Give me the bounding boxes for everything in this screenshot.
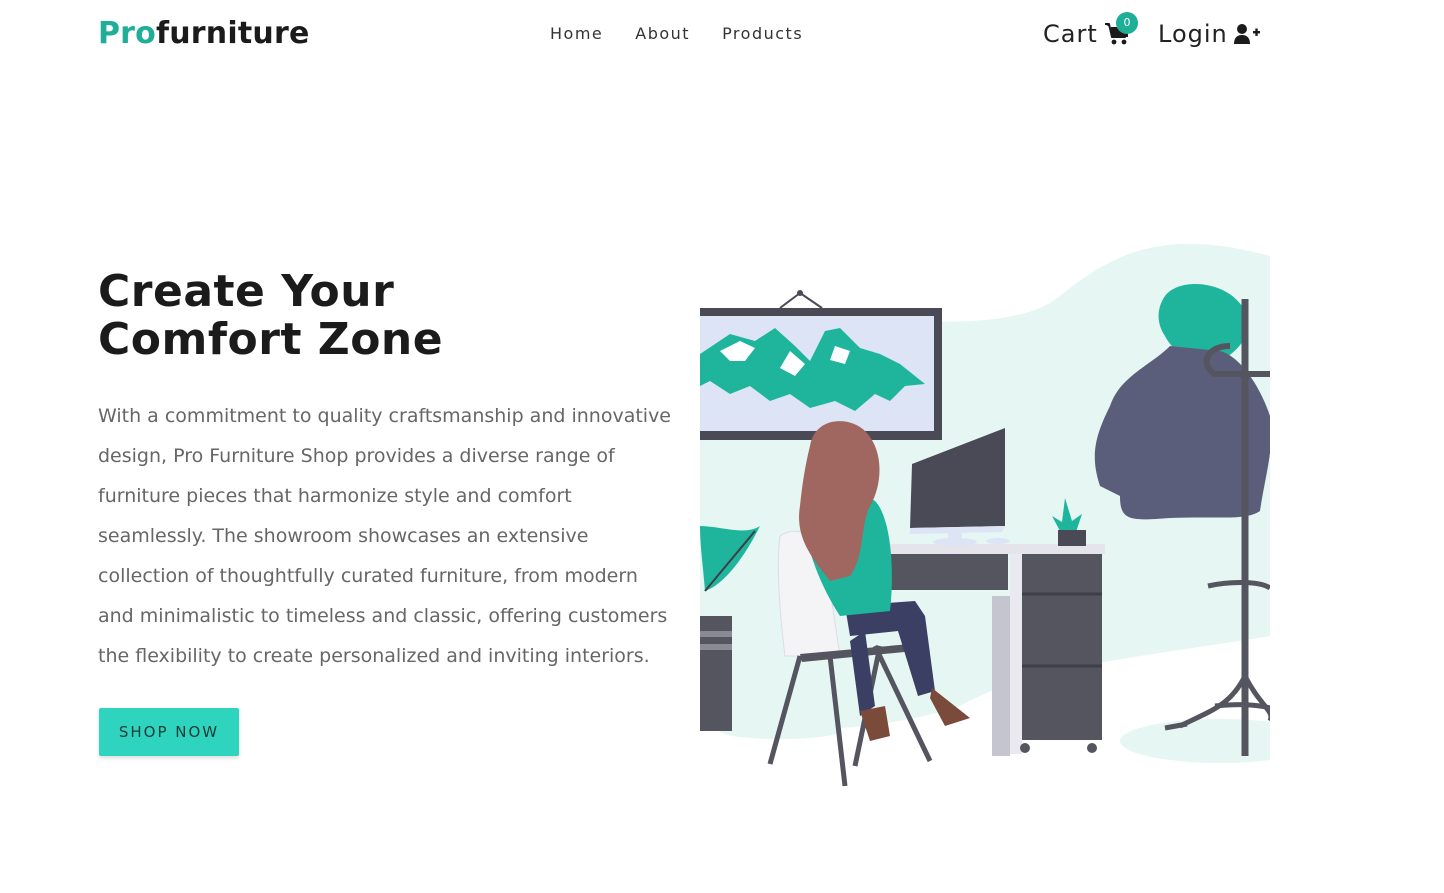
wall-picture	[700, 290, 942, 440]
login-label: Login	[1158, 20, 1228, 48]
main-nav: Home About Products	[550, 24, 803, 44]
user-plus-icon	[1233, 24, 1260, 44]
hero-title-line-2: Comfort Zone	[98, 314, 444, 365]
nav-link-home[interactable]: Home	[550, 24, 603, 44]
cart-count-badge: 0	[1116, 12, 1138, 34]
hero-title-line-1: Create Your	[98, 266, 395, 317]
login-link[interactable]: Login	[1158, 18, 1260, 50]
hero-title: Create Your Comfort Zone	[98, 268, 443, 364]
brand-logo-furniture: furniture	[156, 16, 310, 51]
hero-description: With a commitment to quality craftsmansh…	[98, 405, 671, 667]
nav-link-about[interactable]: About	[635, 24, 690, 44]
shop-now-button[interactable]: SHOP NOW	[99, 708, 239, 756]
brand-logo-pro: Pro	[98, 16, 156, 51]
cart-link[interactable]: Cart 0	[1043, 12, 1138, 50]
navbar: Profurniture Home About Products Cart 0 …	[0, 0, 1444, 70]
nav-link-products[interactable]: Products	[722, 24, 803, 44]
hero-illustration	[700, 243, 1270, 787]
brand-logo[interactable]: Profurniture	[98, 14, 310, 54]
cart-label: Cart	[1043, 20, 1098, 48]
